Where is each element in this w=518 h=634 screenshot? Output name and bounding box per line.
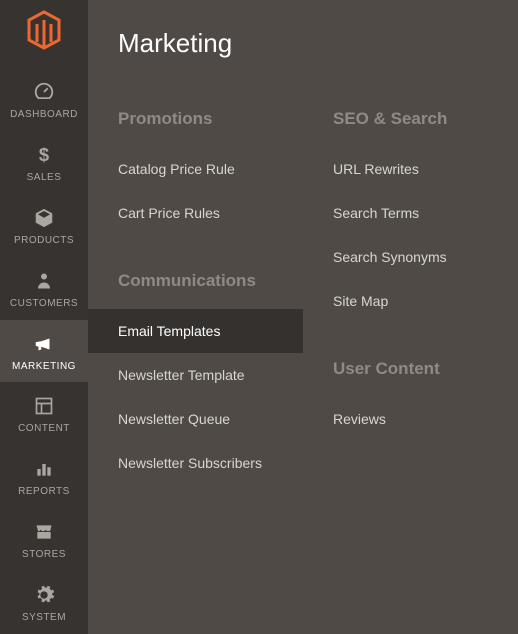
nav-marketing[interactable]: MARKETING — [0, 320, 88, 383]
gear-icon — [33, 582, 55, 608]
nav-system[interactable]: SYSTEM — [0, 571, 88, 634]
store-icon — [33, 519, 55, 545]
nav-label: CUSTOMERS — [10, 298, 78, 309]
right-column: SEO & Search URL Rewrites Search Terms S… — [303, 99, 518, 634]
menu-site-map[interactable]: Site Map — [303, 279, 518, 323]
gauge-icon — [33, 79, 55, 105]
section-seo-search: SEO & Search — [303, 99, 518, 147]
menu-newsletter-template[interactable]: Newsletter Template — [88, 353, 303, 397]
spacer — [303, 323, 518, 349]
svg-text:$: $ — [39, 144, 49, 165]
menu-search-synonyms[interactable]: Search Synonyms — [303, 235, 518, 279]
sidebar: DASHBOARD $ SALES PRODUCTS CUSTOMERS MAR… — [0, 0, 88, 634]
nav-dashboard[interactable]: DASHBOARD — [0, 68, 88, 131]
section-communications: Communications — [88, 261, 303, 309]
nav-sales[interactable]: $ SALES — [0, 131, 88, 194]
nav-customers[interactable]: CUSTOMERS — [0, 257, 88, 320]
menu-newsletter-subscribers[interactable]: Newsletter Subscribers — [88, 441, 303, 485]
nav-content[interactable]: CONTENT — [0, 382, 88, 445]
nav-label: MARKETING — [12, 361, 76, 372]
magento-logo[interactable] — [24, 10, 64, 50]
spacer — [88, 235, 303, 261]
nav-products[interactable]: PRODUCTS — [0, 194, 88, 257]
person-icon — [35, 268, 53, 294]
menu-search-terms[interactable]: Search Terms — [303, 191, 518, 235]
panel-title: Marketing — [88, 28, 518, 99]
nav-label: PRODUCTS — [14, 235, 74, 246]
section-promotions: Promotions — [88, 99, 303, 147]
nav-label: SALES — [27, 172, 62, 183]
marketing-panel: Marketing Promotions Catalog Price Rule … — [88, 0, 518, 634]
megaphone-icon — [32, 331, 56, 357]
nav-label: SYSTEM — [22, 612, 66, 623]
menu-catalog-price-rule[interactable]: Catalog Price Rule — [88, 147, 303, 191]
nav-stores[interactable]: STORES — [0, 508, 88, 571]
nav-label: REPORTS — [18, 486, 70, 497]
menu-reviews[interactable]: Reviews — [303, 397, 518, 441]
nav-reports[interactable]: REPORTS — [0, 445, 88, 508]
menu-url-rewrites[interactable]: URL Rewrites — [303, 147, 518, 191]
dollar-icon: $ — [34, 142, 54, 168]
section-user-content: User Content — [303, 349, 518, 397]
menu-email-templates[interactable]: Email Templates — [88, 309, 303, 353]
nav-label: CONTENT — [18, 423, 70, 434]
layout-icon — [34, 393, 54, 419]
box-icon — [33, 205, 55, 231]
nav-label: DASHBOARD — [10, 109, 78, 120]
menu-newsletter-queue[interactable]: Newsletter Queue — [88, 397, 303, 441]
left-column: Promotions Catalog Price Rule Cart Price… — [88, 99, 303, 634]
nav-label: STORES — [22, 549, 66, 560]
menu-cart-price-rules[interactable]: Cart Price Rules — [88, 191, 303, 235]
panel-columns: Promotions Catalog Price Rule Cart Price… — [88, 99, 518, 634]
chart-icon — [34, 456, 54, 482]
